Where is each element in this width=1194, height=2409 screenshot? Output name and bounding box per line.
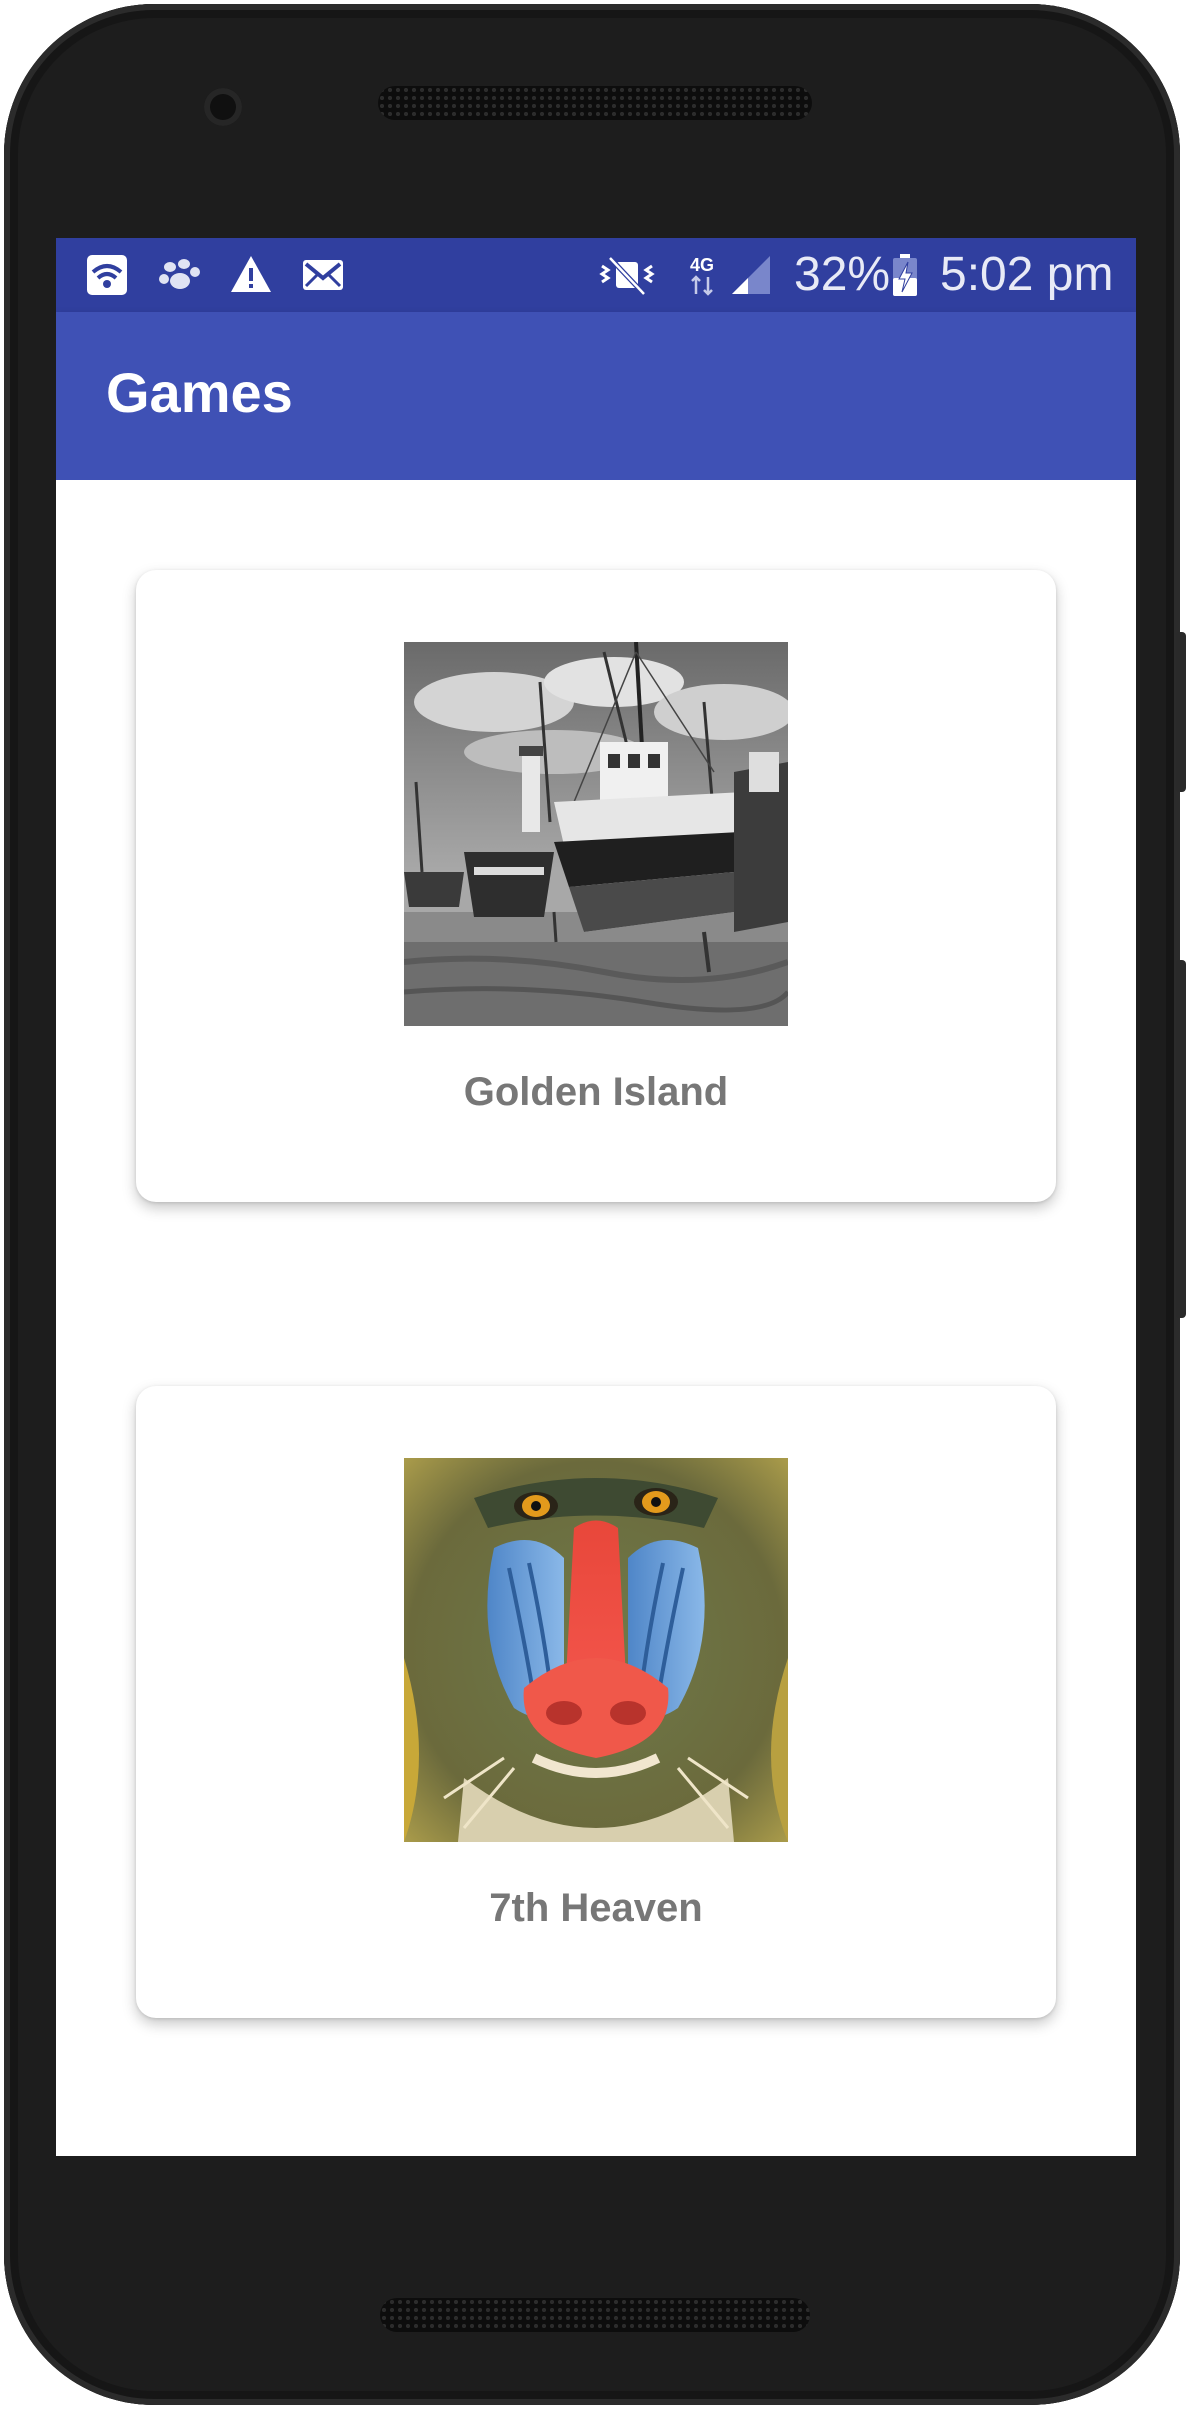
warning-icon xyxy=(228,252,274,298)
game-thumbnail[interactable] xyxy=(404,642,788,1026)
game-title: Golden Island xyxy=(463,1070,729,1114)
page-title: Games xyxy=(106,361,293,424)
svg-text:4G: 4G xyxy=(690,255,714,275)
game-card-7th-heaven[interactable]: 7th Heaven xyxy=(136,1386,1056,2018)
top-speaker xyxy=(378,86,812,120)
mail-icon xyxy=(300,252,346,298)
battery-percent: 32% xyxy=(794,248,891,301)
front-camera xyxy=(204,88,242,126)
app-bar: Games xyxy=(56,312,1136,480)
games-list: Golden Island 7th Heaven xyxy=(56,480,1136,2156)
game-thumbnail[interactable] xyxy=(404,1458,788,1842)
bottom-speaker xyxy=(380,2298,810,2332)
mandrill-photo xyxy=(404,1458,788,1842)
status-time: 5:02 pm xyxy=(940,248,1114,301)
power-button xyxy=(1176,632,1186,792)
vibrate-icon xyxy=(598,252,656,298)
game-title: 7th Heaven xyxy=(489,1886,703,1930)
screen: 4G 32% 5:02 pm Games Golden Island 7th H… xyxy=(56,238,1136,2156)
signal-icon xyxy=(728,252,774,298)
phone-frame: 4G 32% 5:02 pm Games Golden Island 7th H… xyxy=(4,4,1186,2405)
boats-photo xyxy=(404,642,788,1026)
game-card-golden-island[interactable]: Golden Island xyxy=(136,570,1056,1202)
network-4g-icon: 4G xyxy=(682,252,722,298)
status-bar: 4G 32% 5:02 pm xyxy=(56,238,1136,312)
paw-icon xyxy=(156,252,202,298)
battery-charging-icon xyxy=(890,252,920,298)
wifi-icon xyxy=(84,252,130,298)
volume-button xyxy=(1176,960,1186,1318)
